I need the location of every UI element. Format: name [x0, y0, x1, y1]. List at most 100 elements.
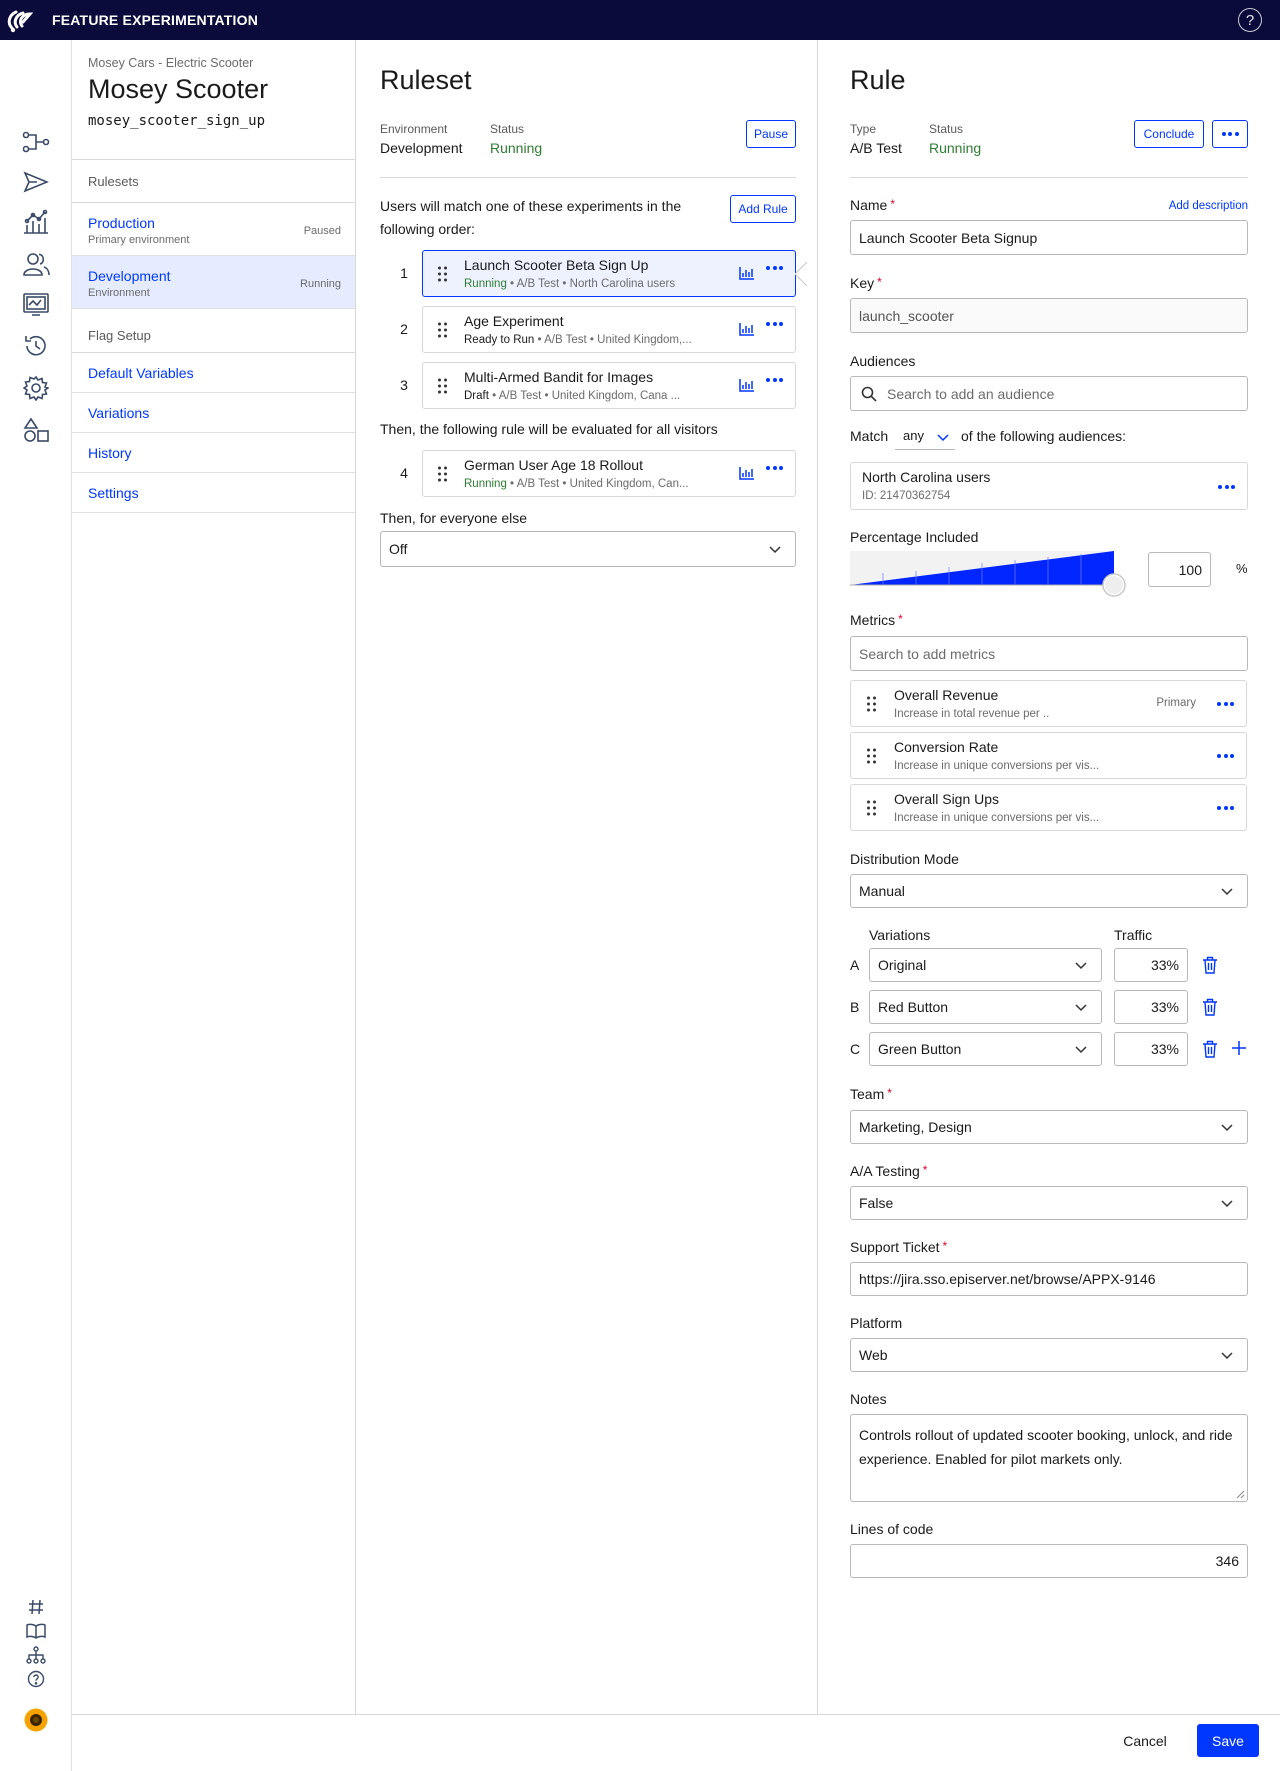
drag-handle-icon[interactable] [866, 748, 877, 764]
metrics-search-input[interactable]: Search to add metrics [850, 636, 1248, 671]
more-options-icon[interactable] [1218, 485, 1235, 489]
more-options-icon[interactable] [1217, 702, 1234, 706]
conclude-button[interactable]: Conclude [1134, 120, 1204, 148]
metric-name: Overall Sign Ups [894, 791, 1000, 807]
traffic-input[interactable]: 33% [1114, 948, 1188, 982]
flags-icon[interactable] [20, 126, 52, 158]
drag-handle-icon[interactable] [437, 322, 448, 338]
lines-of-code-input[interactable]: 346 [850, 1544, 1248, 1578]
variation-select[interactable]: Green Button [869, 1032, 1102, 1066]
required-marker: * [942, 1239, 948, 1253]
variation-select[interactable]: Original [869, 948, 1102, 982]
audiences-icon[interactable] [20, 248, 52, 280]
more-options-icon[interactable] [766, 378, 783, 382]
more-options-icon[interactable] [766, 466, 783, 470]
primary-badge: Primary [1156, 697, 1196, 709]
variation-row: B Red Button 33% [850, 990, 1248, 1024]
optimizely-logo-icon[interactable] [0, 0, 40, 40]
rule-card[interactable]: Multi-Armed Bandit for Images Draft • A/… [422, 362, 796, 409]
rollout-rule-card[interactable]: German User Age 18 Rollout Running • A/B… [422, 450, 796, 497]
support-ticket-input[interactable]: https://jira.sso.episerver.net/browse/AP… [850, 1262, 1248, 1296]
resize-handle-icon[interactable] [1235, 1489, 1245, 1499]
trash-icon[interactable] [1202, 1040, 1218, 1058]
add-rule-button[interactable]: Add Rule [730, 195, 796, 223]
trash-icon[interactable] [1202, 998, 1218, 1016]
more-options-icon[interactable] [766, 322, 783, 326]
drag-handle-icon[interactable] [866, 800, 877, 816]
aa-testing-select[interactable]: False [850, 1186, 1248, 1220]
results-chart-icon[interactable] [739, 466, 755, 480]
play-icon[interactable] [20, 166, 52, 198]
nav-history[interactable]: History [72, 433, 355, 473]
nav-default-variables[interactable]: Default Variables [72, 353, 355, 393]
chevron-down-icon [1075, 1004, 1087, 1012]
more-options-icon[interactable] [766, 266, 783, 270]
metric-item[interactable]: Conversion Rate Increase in unique conve… [850, 732, 1247, 779]
pause-button[interactable]: Pause [746, 120, 796, 148]
avatar[interactable] [24, 1708, 48, 1732]
help-circle-icon[interactable] [25, 1668, 47, 1690]
results-chart-icon[interactable] [739, 322, 755, 336]
results-chart-icon[interactable] [739, 378, 755, 392]
settings-gear-icon[interactable] [20, 372, 52, 404]
analytics-icon[interactable] [20, 206, 52, 238]
support-ticket-value: https://jira.sso.episerver.net/browse/AP… [859, 1271, 1156, 1287]
cancel-button[interactable]: Cancel [1110, 1724, 1180, 1757]
variation-letter: A [850, 957, 860, 973]
metric-item[interactable]: Overall Sign Ups Increase in unique conv… [850, 784, 1247, 831]
name-input[interactable]: Launch Scooter Beta Signup [850, 220, 1248, 255]
variation-row: A Original 33% [850, 948, 1248, 982]
variation-letter: C [850, 1041, 861, 1057]
status-label: Status [929, 122, 964, 136]
variation-row: C Green Button 33% [850, 1032, 1248, 1066]
traffic-input[interactable]: 33% [1114, 990, 1188, 1024]
everyone-else-select[interactable]: Off [380, 531, 796, 567]
add-description-link[interactable]: Add description [1169, 200, 1248, 212]
search-icon [861, 386, 877, 402]
variation-name: Green Button [878, 1041, 962, 1057]
nav-settings[interactable]: Settings [72, 473, 355, 513]
percentage-slider[interactable] [850, 551, 1130, 601]
status-value: Running [929, 140, 982, 156]
trash-icon[interactable] [1202, 956, 1218, 974]
book-icon[interactable] [25, 1620, 47, 1642]
add-variation-icon[interactable] [1232, 1041, 1246, 1055]
variation-select[interactable]: Red Button [869, 990, 1102, 1024]
reports-icon[interactable] [20, 288, 52, 320]
audience-search-input[interactable]: Search to add an audience [850, 376, 1248, 411]
match-select[interactable]: any [895, 422, 955, 450]
hash-icon[interactable] [25, 1596, 47, 1618]
shapes-icon[interactable] [20, 414, 52, 446]
drag-handle-icon[interactable] [866, 696, 877, 712]
sitemap-icon[interactable] [25, 1644, 47, 1666]
ruleset-item-production[interactable]: Production Primary environment Paused [72, 203, 355, 256]
notes-textarea[interactable]: Controls rollout of updated scooter book… [850, 1414, 1248, 1502]
variation-name: Original [878, 957, 927, 973]
nav-variations[interactable]: Variations [72, 393, 355, 433]
drag-handle-icon[interactable] [437, 466, 448, 482]
traffic-input[interactable]: 33% [1114, 1032, 1188, 1066]
rule-card[interactable]: Age Experiment Ready to Run • A/B Test •… [422, 306, 796, 353]
rule-panel: Rule Type A/B Test Status Running Conclu… [818, 40, 1280, 1714]
rulesets-header: Rulesets [72, 160, 355, 203]
metric-item[interactable]: Overall Revenue Increase in total revenu… [850, 680, 1247, 727]
more-options-icon[interactable] [1217, 754, 1234, 758]
save-button[interactable]: Save [1197, 1724, 1259, 1757]
history-icon[interactable] [20, 330, 52, 362]
rule-more-button[interactable] [1212, 120, 1248, 148]
team-select[interactable]: Marketing, Design [850, 1110, 1248, 1144]
help-icon[interactable]: ? [1238, 8, 1262, 32]
ruleset-item-development[interactable]: Development Environment Running [72, 256, 355, 309]
rule-card[interactable]: Launch Scooter Beta Sign Up Running • A/… [422, 250, 796, 297]
drag-handle-icon[interactable] [437, 266, 448, 282]
ruleset-intro: Users will match one of these experiment… [380, 198, 682, 237]
environment-label: Environment [380, 122, 448, 136]
drag-handle-icon[interactable] [437, 378, 448, 394]
distribution-select[interactable]: Manual [850, 874, 1248, 908]
more-options-icon[interactable] [1217, 806, 1234, 810]
results-chart-icon[interactable] [739, 266, 755, 280]
project-name: Mosey Cars - Electric Scooter [88, 56, 254, 70]
key-input[interactable]: launch_scooter [850, 298, 1248, 333]
percentage-input[interactable]: 100 [1148, 552, 1211, 587]
platform-select[interactable]: Web [850, 1338, 1248, 1372]
